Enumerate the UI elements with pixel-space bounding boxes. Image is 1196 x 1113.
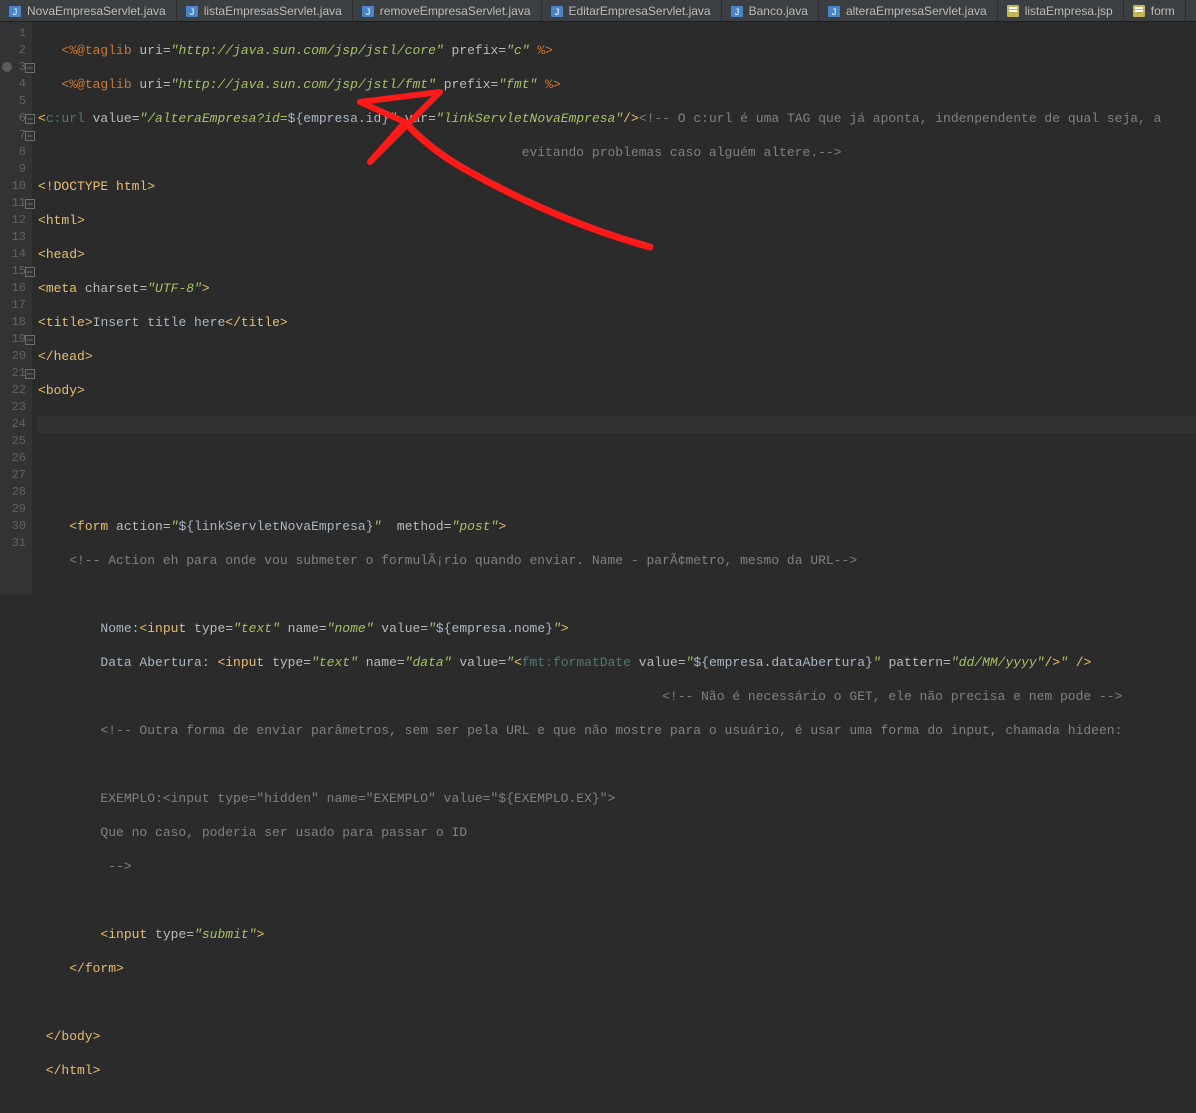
gutter-line[interactable]: 9 (0, 161, 32, 178)
editor-tab[interactable]: J NovaEmpresaServlet.java (0, 0, 177, 21)
code-line (38, 892, 1196, 909)
code-line: --> (38, 858, 1196, 875)
file-jsp-icon (1006, 4, 1020, 18)
editor-tab[interactable]: listaEmpresa.jsp (998, 0, 1124, 21)
gutter-line[interactable]: 10 (0, 178, 32, 195)
code-line: <!-- Outra forma de enviar parâmetros, s… (38, 722, 1196, 739)
gutter-line[interactable]: 29 (0, 501, 32, 518)
code-line: Que no caso, poderia ser usado para pass… (38, 824, 1196, 841)
gutter-line[interactable]: 13 (0, 229, 32, 246)
gutter-line[interactable]: 24 (0, 416, 32, 433)
code-line (38, 756, 1196, 773)
gutter-line[interactable]: 17 (0, 297, 32, 314)
gutter-line[interactable]: 1 (0, 25, 32, 42)
gutter-line[interactable]: 15 (0, 263, 32, 280)
gutter-line[interactable]: 2 (0, 42, 32, 59)
gutter-line[interactable]: 6 (0, 110, 32, 127)
code-line: Data Abertura: <input type="text" name="… (38, 654, 1196, 671)
gutter-line[interactable]: 25 (0, 433, 32, 450)
editor-tab[interactable]: J EditarEmpresaServlet.java (542, 0, 722, 21)
code-line: <!-- Action eh para onde vou submeter o … (38, 552, 1196, 569)
file-java-icon: J (8, 4, 22, 18)
editor-tabs: J NovaEmpresaServlet.java JlistaEmpresasSe… (0, 0, 1196, 22)
editor: 1234567891011121314151617181920212223242… (0, 22, 1196, 594)
gutter-line[interactable]: 28 (0, 484, 32, 501)
gutter-line[interactable]: 5 (0, 93, 32, 110)
code-line: <%@taglib uri="http://java.sun.com/jsp/j… (38, 76, 1196, 93)
gutter-line[interactable]: 14 (0, 246, 32, 263)
gutter-line[interactable]: 3 (0, 59, 32, 76)
code-line: <title>Insert title here</title> (38, 314, 1196, 331)
code-line: EXEMPLO:<input type="hidden" name="EXEMP… (38, 790, 1196, 807)
tab-label: listaEmpresa.jsp (1025, 4, 1113, 18)
svg-text:J: J (13, 7, 18, 17)
file-jsp-icon (1132, 4, 1146, 18)
code-line: <!DOCTYPE html> (38, 178, 1196, 195)
svg-text:J: J (189, 7, 194, 17)
gutter-line[interactable]: 11 (0, 195, 32, 212)
code-line: <form action="${linkServletNovaEmpresa}"… (38, 518, 1196, 535)
tab-label: Banco.java (749, 4, 808, 18)
gutter-line[interactable]: 8 (0, 144, 32, 161)
breakpoint-icon[interactable] (2, 62, 12, 72)
code-line: <%@taglib uri="http://java.sun.com/jsp/j… (38, 42, 1196, 59)
gutter-line[interactable]: 19 (0, 331, 32, 348)
svg-text:J: J (366, 7, 371, 17)
gutter-line[interactable]: 18 (0, 314, 32, 331)
editor-tab[interactable]: JlistaEmpresasServlet.java (177, 0, 353, 21)
code-area[interactable]: <%@taglib uri="http://java.sun.com/jsp/j… (32, 22, 1196, 594)
code-line: <html> (38, 212, 1196, 229)
code-line-current (38, 416, 1196, 433)
code-line: <c:url value="/alteraEmpresa?id=${empres… (38, 110, 1196, 127)
tab-label: removeEmpresaServlet.java (380, 4, 531, 18)
gutter-line[interactable]: 23 (0, 399, 32, 416)
code-line: Nome:<input type="text" name="nome" valu… (38, 620, 1196, 637)
editor-tab[interactable]: form (1124, 0, 1186, 21)
code-line: evitando problemas caso alguém altere.--… (38, 144, 1196, 161)
gutter: 1234567891011121314151617181920212223242… (0, 22, 32, 594)
gutter-line[interactable]: 7 (0, 127, 32, 144)
gutter-line[interactable]: 12 (0, 212, 32, 229)
gutter-line[interactable]: 21 (0, 365, 32, 382)
code-line: <meta charset="UTF-8"> (38, 280, 1196, 297)
code-line: <body> (38, 382, 1196, 399)
gutter-line[interactable]: 20 (0, 348, 32, 365)
file-java-icon: J (361, 4, 375, 18)
code-line (38, 586, 1196, 603)
tab-label: EditarEmpresaServlet.java (569, 4, 711, 18)
file-java-icon: J (730, 4, 744, 18)
editor-tab[interactable]: J Banco.java (722, 0, 819, 21)
gutter-line[interactable]: 22 (0, 382, 32, 399)
gutter-line[interactable]: 30 (0, 518, 32, 535)
code-line: <head> (38, 246, 1196, 263)
tab-label: alteraEmpresaServlet.java (846, 4, 987, 18)
code-line: </form> (38, 960, 1196, 977)
svg-text:J: J (554, 7, 559, 17)
file-java-icon: J (827, 4, 841, 18)
editor-tab[interactable]: JremoveEmpresaServlet.java (353, 0, 542, 21)
gutter-line[interactable]: 26 (0, 450, 32, 467)
svg-text:J: J (832, 7, 837, 17)
svg-text:J: J (734, 7, 739, 17)
file-java-icon: J (550, 4, 564, 18)
code-line (38, 994, 1196, 1011)
code-line: <!-- Não é necessário o GET, ele não pre… (38, 688, 1196, 705)
editor-tab[interactable]: JalteraEmpresaServlet.java (819, 0, 998, 21)
code-line: </head> (38, 348, 1196, 365)
file-java-icon: J (185, 4, 199, 18)
code-line: <input type="submit"> (38, 926, 1196, 943)
tab-label: form (1151, 4, 1175, 18)
gutter-line[interactable]: 4 (0, 76, 32, 93)
code-line (38, 484, 1196, 501)
gutter-line[interactable]: 27 (0, 467, 32, 484)
gutter-line[interactable]: 16 (0, 280, 32, 297)
code-line: </html> (38, 1062, 1196, 1079)
code-line: </body> (38, 1028, 1196, 1045)
tab-label: NovaEmpresaServlet.java (27, 4, 166, 18)
tab-label: listaEmpresasServlet.java (204, 4, 342, 18)
code-line (38, 450, 1196, 467)
gutter-line[interactable]: 31 (0, 535, 32, 552)
